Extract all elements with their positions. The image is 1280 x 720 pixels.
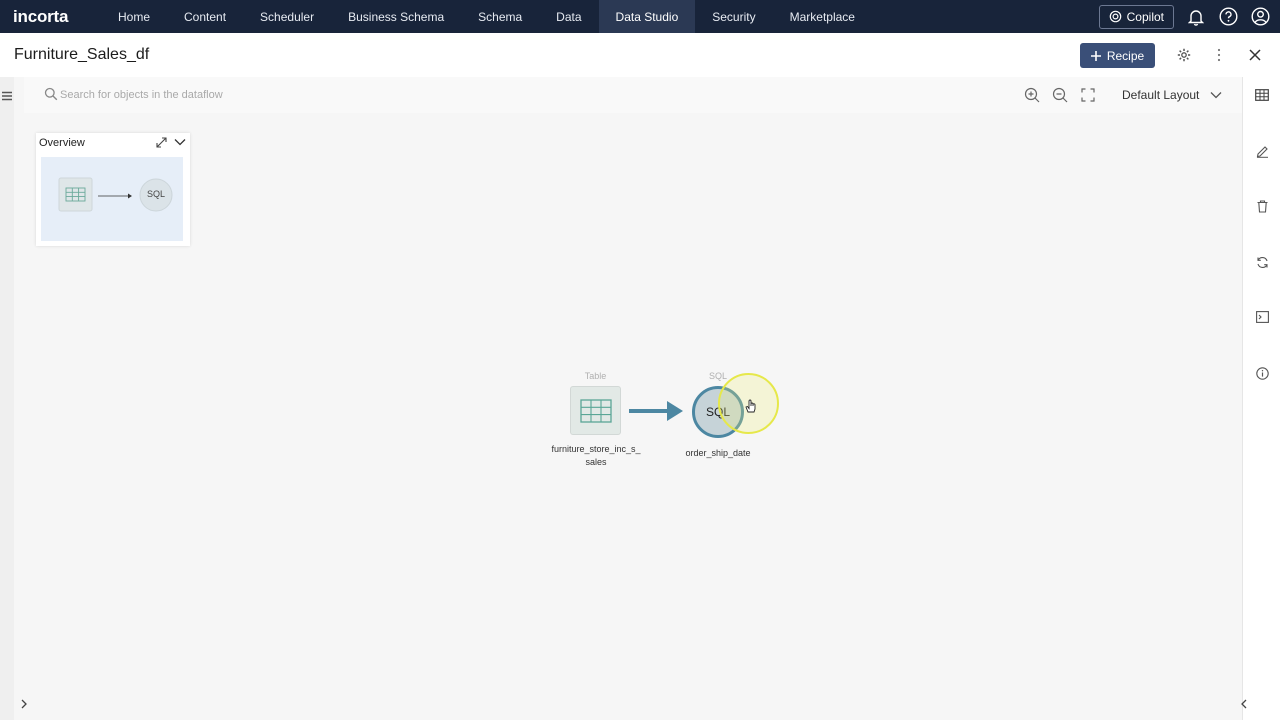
expand-icon[interactable] <box>154 135 168 149</box>
sql-node-label: order_ship_date <box>685 448 751 458</box>
table-node[interactable] <box>570 386 621 435</box>
terminal-icon[interactable] <box>1252 307 1272 327</box>
overview-panel: Overview SQL <box>36 133 190 246</box>
recipe-label: Recipe <box>1106 48 1145 63</box>
zoom-out-icon[interactable] <box>1051 86 1069 104</box>
nav-menu: Home Content Scheduler Business Schema S… <box>101 0 872 33</box>
plus-icon <box>1090 50 1101 61</box>
hamburger-menu-icon[interactable] <box>1 89 13 101</box>
sql-node[interactable]: SQL <box>692 386 744 438</box>
search-input[interactable] <box>60 85 360 105</box>
nav-item-security[interactable]: Security <box>695 0 772 33</box>
layout-dropdown-value: Default Layout <box>1122 88 1200 102</box>
nav-item-scheduler[interactable]: Scheduler <box>243 0 331 33</box>
top-navigation-bar: incorta Home Content Scheduler Business … <box>0 0 1280 33</box>
incorta-logo[interactable]: incorta <box>13 7 83 27</box>
copilot-icon <box>1109 10 1121 23</box>
canvas-toolbar: Default Layout <box>24 77 1242 113</box>
dataflow-canvas[interactable]: Overview SQL Table furniture_store_inc_s… <box>21 113 1242 720</box>
table-node-label: furniture_store_inc_s_ sales <box>551 444 641 467</box>
gear-icon[interactable] <box>1174 45 1194 65</box>
add-recipe-button[interactable]: Recipe <box>1080 43 1155 68</box>
chevron-down-icon <box>1210 92 1222 99</box>
hand-cursor-icon <box>745 399 756 413</box>
trash-icon[interactable] <box>1252 196 1272 216</box>
nav-item-home[interactable]: Home <box>101 0 167 33</box>
sql-node-type: SQL <box>708 371 727 381</box>
search-icon <box>44 87 58 101</box>
fit-to-screen-icon[interactable] <box>1079 86 1097 104</box>
left-rail <box>0 77 14 720</box>
nav-right-actions: Copilot <box>1098 0 1270 33</box>
dataflow-title-bar: Furniture_Sales_df Recipe <box>0 33 1280 77</box>
close-icon[interactable] <box>1245 45 1265 65</box>
copilot-button[interactable]: Copilot <box>1098 4 1174 29</box>
page-title: Furniture_Sales_df <box>14 46 150 63</box>
refresh-icon[interactable] <box>1252 252 1272 272</box>
nav-item-data[interactable]: Data <box>539 0 598 33</box>
edit-pencil-icon[interactable] <box>1252 141 1272 161</box>
overview-minimap[interactable]: SQL <box>41 157 183 241</box>
nav-item-schema[interactable]: Schema <box>461 0 539 33</box>
zoom-in-icon[interactable] <box>1023 86 1041 104</box>
overview-collapse-chevron-icon[interactable] <box>173 135 187 149</box>
table-node-type: Table <box>584 371 607 381</box>
table-icon <box>579 398 612 423</box>
layout-dropdown[interactable]: Default Layout <box>1122 85 1222 105</box>
expand-left-panel-chevron-icon[interactable] <box>18 698 30 710</box>
more-options-icon[interactable] <box>1209 45 1229 65</box>
minimap-sql-label: SQL <box>146 189 165 199</box>
edge-arrow <box>629 401 683 421</box>
info-icon[interactable] <box>1252 363 1272 383</box>
nav-item-data-studio[interactable]: Data Studio <box>598 0 696 33</box>
nav-item-business-schema[interactable]: Business Schema <box>331 0 461 33</box>
table-view-icon[interactable] <box>1252 85 1272 105</box>
overview-title: Overview <box>39 137 85 149</box>
bell-icon[interactable] <box>1186 7 1206 27</box>
help-icon[interactable] <box>1218 7 1238 27</box>
copilot-label: Copilot <box>1126 9 1164 24</box>
sql-node-text: SQL <box>705 405 730 419</box>
nav-item-marketplace[interactable]: Marketplace <box>773 0 872 33</box>
nav-item-content[interactable]: Content <box>167 0 243 33</box>
expand-right-panel-chevron-icon[interactable] <box>1238 698 1250 710</box>
user-profile-icon[interactable] <box>1250 7 1270 27</box>
right-rail <box>1242 77 1280 720</box>
